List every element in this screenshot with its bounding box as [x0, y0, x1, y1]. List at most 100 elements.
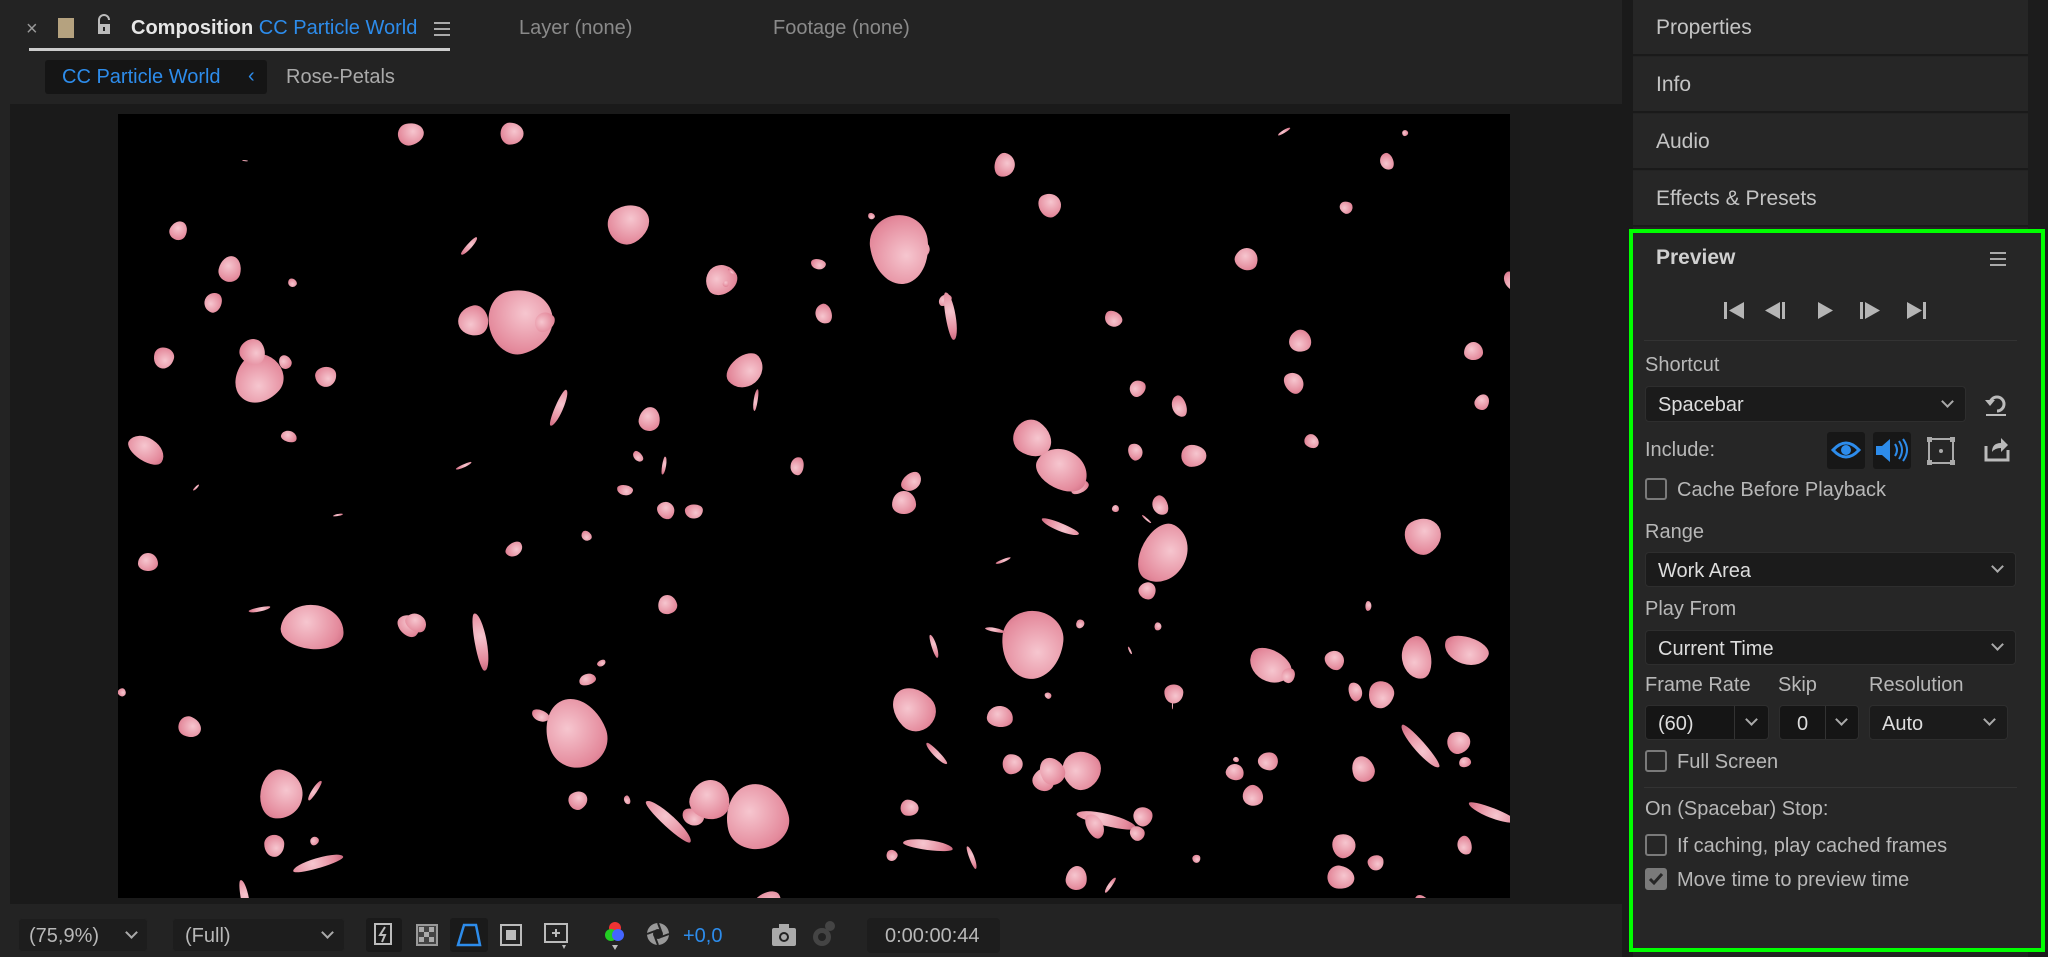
rose-petal [986, 705, 1015, 729]
rose-petal [656, 593, 680, 617]
rose-petal [812, 302, 834, 326]
checkmark-icon [1648, 873, 1664, 886]
rose-petal [238, 879, 253, 898]
overlay-layer-controls-icon[interactable] [1924, 434, 1958, 468]
reset-icon[interactable] [1982, 390, 2010, 418]
close-tab-button[interactable]: × [26, 18, 38, 41]
rose-petal [1040, 515, 1081, 539]
current-time-display[interactable]: 0:00:00:44 [867, 918, 1000, 953]
label-color-swatch[interactable] [58, 18, 74, 38]
color-channels-icon[interactable] [600, 918, 630, 952]
transparency-grid-icon[interactable] [414, 922, 440, 948]
rose-petal [256, 766, 306, 822]
resolution-dropdown[interactable]: (Full) [172, 918, 345, 952]
include-audio-toggle[interactable] [1873, 432, 1911, 469]
rose-petal [1455, 834, 1475, 857]
rose-petal [165, 217, 190, 243]
rose-petal [548, 388, 571, 427]
panel-audio[interactable]: Audio [1633, 114, 2028, 170]
shortcut-value: Spacebar [1658, 394, 1744, 416]
exposure-icon[interactable] [644, 920, 672, 948]
skip-dropdown[interactable]: 0 [1779, 705, 1859, 740]
magnification-dropdown[interactable]: (75,9%) [18, 918, 148, 952]
panel-menu-icon[interactable] [1990, 252, 2006, 266]
resolution-label: Resolution [1869, 674, 1964, 696]
next-frame-icon[interactable] [1860, 302, 1880, 319]
export-icon[interactable] [1982, 434, 2012, 464]
rose-petal [1444, 728, 1473, 756]
rose-petal [883, 678, 944, 739]
tab-layer[interactable]: Layer (none) [519, 17, 632, 40]
composition-canvas[interactable] [118, 114, 1510, 898]
exposure-value[interactable]: +0,0 [683, 925, 722, 948]
mask-path-visibility-icon[interactable] [450, 918, 488, 952]
include-video-toggle[interactable] [1827, 432, 1865, 469]
rose-petal [1154, 622, 1162, 631]
fast-previews-icon[interactable] [366, 918, 402, 952]
show-snapshot-icon[interactable] [810, 918, 838, 948]
chevron-left-icon: ‹ [248, 65, 255, 87]
rose-petal [1348, 753, 1378, 785]
rose-petal [719, 777, 795, 856]
rose-petal [308, 834, 321, 847]
frame-rate-dropdown[interactable]: (60) [1645, 705, 1769, 740]
full-screen-checkbox[interactable] [1645, 750, 1667, 772]
move-time-label: Move time to preview time [1677, 869, 1910, 891]
panel-properties[interactable]: Properties [1633, 0, 2028, 56]
rose-petal [313, 366, 338, 389]
previous-frame-icon[interactable] [1765, 302, 1785, 319]
rose-petal [1364, 600, 1372, 612]
rose-petal [1232, 756, 1241, 764]
rose-petal [984, 625, 1006, 634]
breadcrumb-active[interactable]: CC Particle World ‹ [45, 60, 267, 94]
breadcrumb-rose-petals[interactable]: Rose-Petals [286, 66, 395, 89]
play-icon[interactable] [1818, 302, 1833, 319]
snapshot-camera-icon[interactable] [770, 922, 798, 948]
play-from-value: Current Time [1658, 638, 1774, 660]
rose-petal [789, 457, 804, 477]
divider [1644, 787, 2017, 788]
rose-petal [291, 850, 346, 876]
if-caching-label: If caching, play cached frames [1677, 835, 1948, 857]
rose-petal [1499, 268, 1510, 295]
rose-petal [577, 672, 598, 688]
rose-petal [636, 405, 662, 433]
rose-petal [1129, 516, 1199, 592]
rose-petal [891, 490, 917, 515]
panel-effects-presets[interactable]: Effects & Presets [1633, 171, 2028, 227]
region-of-interest-icon[interactable] [498, 922, 524, 948]
tab-composition[interactable]: Composition CC Particle World [131, 17, 417, 40]
range-dropdown[interactable]: Work Area [1645, 552, 2016, 587]
lock-icon[interactable] [96, 14, 112, 36]
composition-name: CC Particle World [258, 17, 418, 39]
rose-petal [995, 555, 1012, 566]
panel-menu-icon[interactable] [434, 22, 450, 36]
rose-petal [809, 257, 827, 271]
rose-petal [1223, 761, 1246, 782]
rose-petal [454, 460, 473, 471]
if-caching-checkbox[interactable] [1645, 834, 1667, 856]
resolution-dropdown[interactable]: Auto [1869, 705, 2008, 740]
on-stop-label: On (Spacebar) Stop: [1645, 798, 1829, 820]
rose-petal [1135, 579, 1160, 603]
rose-petal [1257, 751, 1279, 772]
move-time-checkbox[interactable] [1645, 868, 1667, 890]
first-frame-icon[interactable] [1724, 302, 1744, 319]
cache-before-playback-checkbox[interactable] [1645, 478, 1667, 500]
active-tab-underline [29, 48, 450, 51]
rose-petal [1329, 830, 1359, 861]
panel-label: Effects & Presets [1656, 187, 1817, 210]
frame-rate-value: (60) [1658, 713, 1694, 735]
tab-footage[interactable]: Footage (none) [773, 17, 910, 40]
rose-petal [118, 686, 128, 699]
rose-petal [1472, 392, 1493, 414]
shortcut-dropdown[interactable]: Spacebar [1645, 386, 1966, 422]
last-frame-icon[interactable] [1907, 302, 1926, 319]
rose-petal [720, 346, 770, 395]
grid-guides-icon[interactable] [540, 920, 572, 952]
panel-info[interactable]: Info [1633, 57, 2028, 113]
play-from-dropdown[interactable]: Current Time [1645, 630, 2016, 665]
rose-petal [684, 503, 703, 519]
rose-petal [900, 798, 920, 817]
rose-petal [1466, 799, 1510, 828]
